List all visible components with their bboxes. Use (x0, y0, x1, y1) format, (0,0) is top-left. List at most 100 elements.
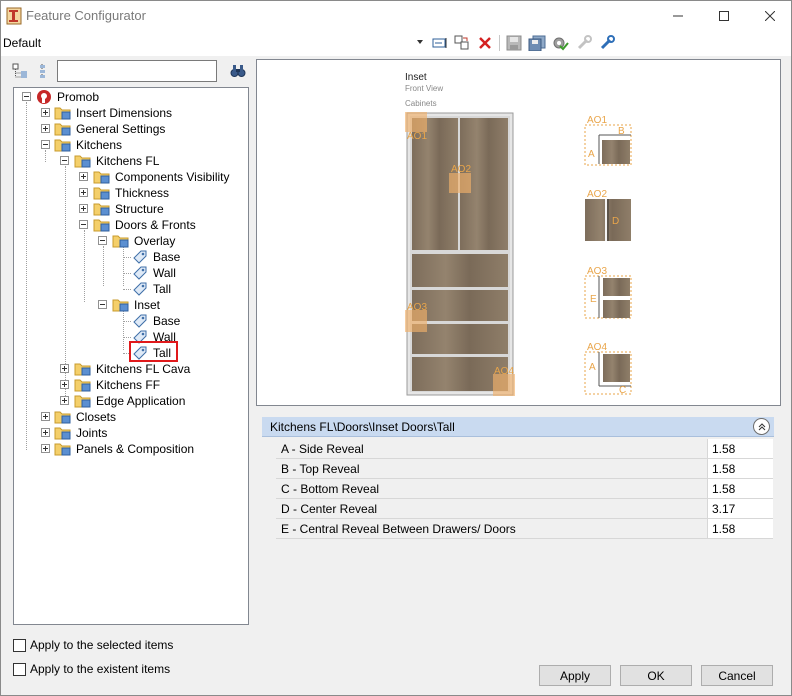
detail-letter-c: C (619, 385, 626, 396)
tools-disabled-icon[interactable] (575, 34, 593, 52)
tree-item-insert-dimensions[interactable]: Insert Dimensions (14, 105, 248, 121)
tree-item-label: Closets (76, 410, 117, 424)
expand-icon[interactable] (41, 428, 50, 437)
expand-icon[interactable] (41, 124, 50, 133)
tree-item-label: Kitchens FL (96, 154, 160, 168)
copy-preset-icon[interactable] (453, 34, 471, 52)
expand-icon[interactable] (60, 380, 69, 389)
apply-selected-label: Apply to the selected items (30, 638, 174, 652)
marker-label-ao2: AO2 (451, 164, 471, 175)
apply-button[interactable]: Apply (539, 665, 611, 686)
properties-table: A - Side Reveal 1.58 B - Top Reveal 1.58… (276, 439, 773, 539)
tree-item-kitchens-ff[interactable]: Kitchens FF (14, 377, 248, 393)
tools-icon[interactable] (598, 34, 616, 52)
collapse-icon[interactable] (41, 140, 50, 149)
maximize-button[interactable] (701, 1, 747, 31)
folder-open-icon (54, 139, 71, 152)
marker-label-ao3: AO3 (407, 302, 427, 313)
binoculars-icon[interactable] (229, 62, 247, 80)
tree-item-promob[interactable]: Promob (14, 89, 248, 105)
expand-icon[interactable] (79, 204, 88, 213)
tree-item-kitchens-fl[interactable]: Kitchens FL (14, 153, 248, 169)
tree-item-overlay-base[interactable]: Base (14, 249, 248, 265)
tree-item-label: Doors & Fronts (115, 218, 196, 232)
property-value-input[interactable]: 1.58 (707, 459, 773, 478)
expand-icon[interactable] (60, 396, 69, 405)
apply-existent-checkbox[interactable] (13, 662, 26, 676)
detail-label-ao3: AO3 (587, 266, 607, 277)
tree-item-kitchens[interactable]: Kitchens (14, 137, 248, 153)
save-all-icon[interactable] (528, 34, 546, 52)
expand-icon[interactable] (41, 108, 50, 117)
detail-label-ao4: AO4 (587, 342, 607, 353)
preset-select[interactable]: Default (1, 33, 429, 53)
tag-icon (133, 282, 147, 296)
chevron-down-icon[interactable] (417, 40, 423, 44)
cancel-button[interactable]: Cancel (701, 665, 773, 686)
collapse-icon[interactable] (60, 156, 69, 165)
minimize-button[interactable] (655, 1, 701, 31)
expand-icon[interactable] (60, 364, 69, 373)
tree-item-structure[interactable]: Structure (14, 201, 248, 217)
tree-connector (123, 257, 131, 258)
expand-icon[interactable] (41, 412, 50, 421)
collapse-icon[interactable] (22, 92, 31, 101)
apply-selected-option[interactable]: Apply to the selected items (13, 637, 173, 653)
collapse-icon[interactable] (79, 220, 88, 229)
tree-item-label: Overlay (134, 234, 176, 248)
ok-button[interactable]: OK (620, 665, 692, 686)
tree-item-overlay[interactable]: Overlay (14, 233, 248, 249)
property-value-input[interactable]: 3.17 (707, 499, 773, 518)
save-icon[interactable] (505, 34, 523, 52)
expand-icon[interactable] (79, 172, 88, 181)
property-value-input[interactable]: 1.58 (707, 519, 773, 538)
tree-item-edge-application[interactable]: Edge Application (14, 393, 248, 409)
tree-item-inset-base[interactable]: Base (14, 313, 248, 329)
tree-item-components-visibility[interactable]: Components Visibility (14, 169, 248, 185)
collapse-all-icon[interactable] (34, 62, 52, 80)
tree-item-label: Edge Application (96, 394, 186, 408)
settings-check-icon[interactable] (551, 34, 569, 52)
expand-all-icon[interactable] (11, 62, 29, 80)
tree-item-inset[interactable]: Inset (14, 297, 248, 313)
collapse-icon[interactable] (98, 300, 107, 309)
tree-item-overlay-wall[interactable]: Wall (14, 265, 248, 281)
search-input[interactable] (57, 60, 217, 82)
collapse-icon[interactable] (98, 236, 107, 245)
title-bar: Feature Configurator (1, 1, 791, 31)
tree-item-overlay-tall[interactable]: Tall (14, 281, 248, 297)
apply-existent-option[interactable]: Apply to the existent items (13, 661, 170, 677)
tree-item-kitchens-fl-cava[interactable]: Kitchens FL Cava (14, 361, 248, 377)
tree-item-doors-fronts[interactable]: Doors & Fronts (14, 217, 248, 233)
detail-letter-a2: A (589, 362, 596, 373)
property-value-input[interactable]: 1.58 (707, 479, 773, 498)
tree-item-closets[interactable]: Closets (14, 409, 248, 425)
toolbar-separator (499, 35, 500, 51)
feature-configurator-window: Feature Configurator Default Promob Inse… (0, 0, 792, 696)
folder-icon (93, 187, 110, 200)
collapse-button[interactable] (753, 418, 770, 435)
tree-item-label: Components Visibility (115, 170, 230, 184)
preview-title: Inset (405, 72, 427, 83)
feature-tree[interactable]: Promob Insert Dimensions General Setting… (13, 87, 249, 625)
tree-item-panels-composition[interactable]: Panels & Composition (14, 441, 248, 457)
close-button[interactable] (747, 1, 792, 31)
tree-connector (123, 273, 131, 274)
apply-selected-checkbox[interactable] (13, 638, 26, 652)
detail-label-ao2: AO2 (587, 189, 607, 200)
tree-item-label: Thickness (115, 186, 170, 200)
expand-icon[interactable] (79, 188, 88, 197)
tree-item-label: Promob (57, 90, 100, 104)
folder-icon (93, 203, 110, 216)
preview-subtitle: Front View (405, 84, 443, 93)
tree-item-thickness[interactable]: Thickness (14, 185, 248, 201)
rename-icon[interactable] (431, 34, 449, 52)
property-value-input[interactable]: 1.58 (707, 439, 773, 458)
delete-icon[interactable] (476, 34, 494, 52)
property-row-top-reveal: B - Top Reveal 1.58 (276, 459, 773, 479)
tree-item-joints[interactable]: Joints (14, 425, 248, 441)
tag-icon (133, 250, 147, 264)
detail-letter-d: D (612, 216, 619, 227)
tree-item-general-settings[interactable]: General Settings (14, 121, 248, 137)
expand-icon[interactable] (41, 444, 50, 453)
